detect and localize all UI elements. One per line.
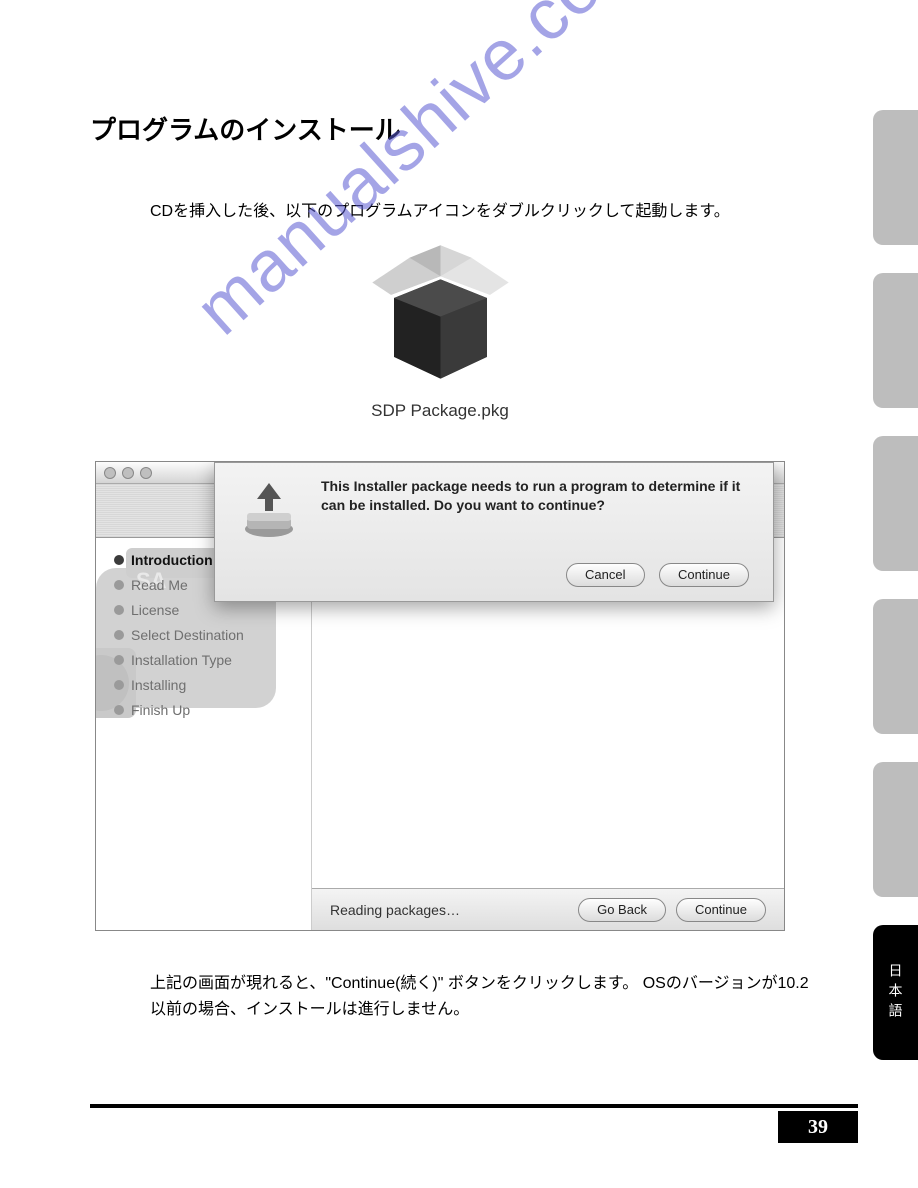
step-select-destination: Select Destination [114, 627, 311, 643]
step-installing: Installing [114, 677, 311, 693]
intro-paragraph: CDを挿入した後、以下のプログラムアイコンをダブルクリックして起動します。 [150, 197, 918, 221]
continue-button[interactable]: Continue [676, 898, 766, 922]
side-tab [873, 599, 918, 734]
confirm-sheet: This Installer package needs to run a pr… [214, 462, 774, 602]
zoom-icon[interactable] [140, 467, 152, 479]
installer-window: This Installer package needs to run a pr… [95, 461, 785, 931]
section-heading: プログラムのインストール [90, 110, 918, 147]
close-icon[interactable] [104, 467, 116, 479]
side-tab [873, 110, 918, 245]
after-paragraph: 上記の画面が現れると、"Continue(続く)" ボタンをクリックします。 O… [150, 971, 820, 1022]
side-tab-active: 日本語 [873, 925, 918, 1060]
side-tab [873, 762, 918, 897]
footer-rule [90, 1104, 858, 1108]
sheet-cancel-button[interactable]: Cancel [566, 563, 644, 587]
installer-status-bar: Reading packages… Go Back Continue [312, 888, 784, 930]
step-license: License [114, 602, 311, 618]
step-finish-up: Finish Up [114, 702, 311, 718]
step-installation-type: Installation Type [114, 652, 311, 668]
go-back-button[interactable]: Go Back [578, 898, 666, 922]
side-tabs: 日本語 [873, 110, 918, 1060]
minimize-icon[interactable] [122, 467, 134, 479]
sheet-continue-button[interactable]: Continue [659, 563, 749, 587]
side-tab [873, 273, 918, 408]
package-icon [363, 236, 518, 391]
manual-page: プログラムのインストール CDを挿入した後、以下のプログラムアイコンをダブルクリ… [0, 0, 918, 1188]
sheet-message: This Installer package needs to run a pr… [321, 477, 753, 541]
side-tab [873, 436, 918, 571]
page-number: 39 [778, 1111, 858, 1143]
install-drive-icon [237, 477, 301, 541]
package-figure: SDP Package.pkg [90, 236, 790, 421]
package-label: SDP Package.pkg [90, 401, 790, 421]
status-text: Reading packages… [330, 902, 460, 918]
